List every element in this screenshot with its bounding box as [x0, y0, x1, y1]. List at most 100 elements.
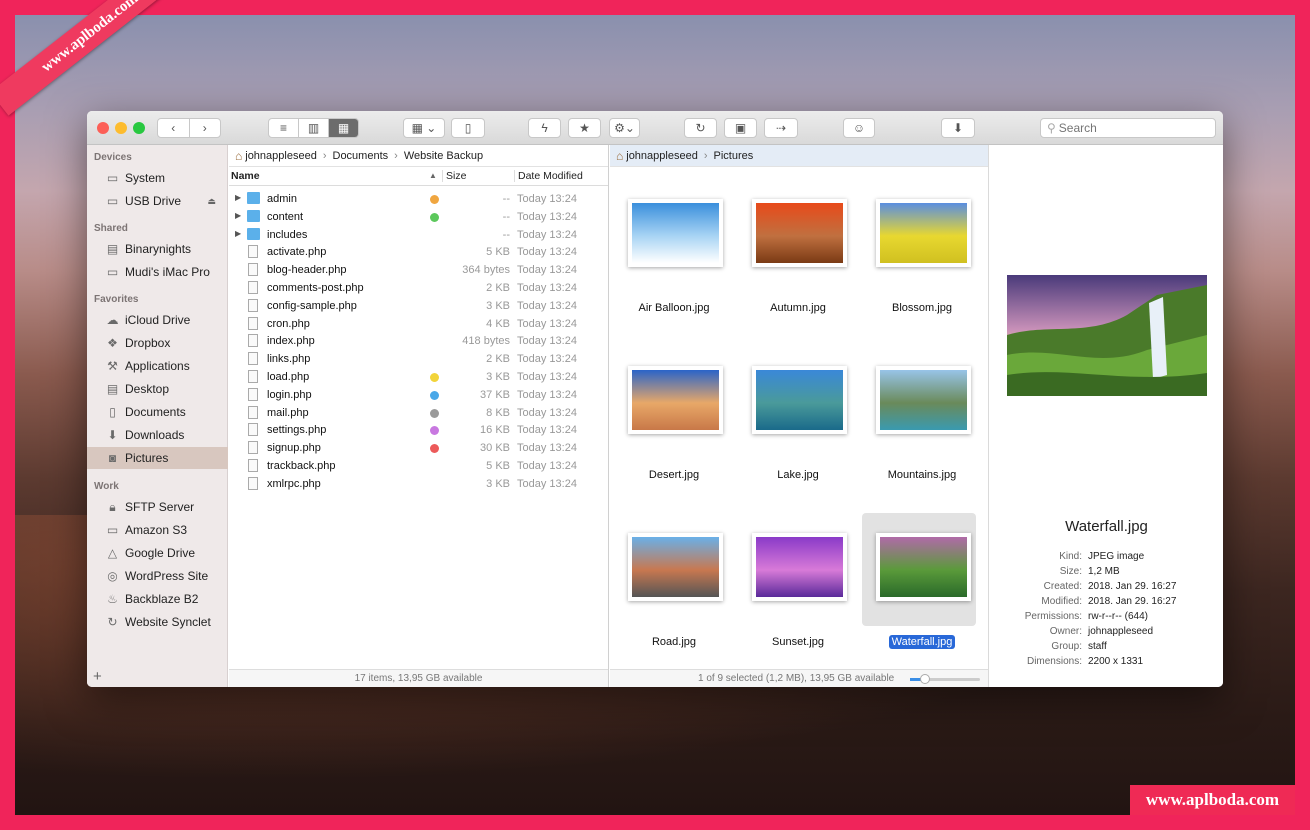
- sidebar-item-google-drive[interactable]: △ Google Drive: [87, 542, 228, 564]
- file-row[interactable]: config-sample.php 3 KB Today 13:24: [229, 297, 608, 315]
- thumbnail-label: Air Balloon.jpg: [638, 302, 710, 314]
- arrange-menu-button[interactable]: ▦ ⌄: [403, 118, 445, 138]
- quick-action-button[interactable]: ϟ: [528, 118, 561, 138]
- image-thumbnail[interactable]: Waterfall.jpg: [862, 513, 976, 653]
- download-icon: ⬇: [952, 121, 964, 135]
- sidebar-item-imac-pro[interactable]: ▭ Mudi's iMac Pro: [87, 261, 228, 283]
- add-location-button[interactable]: +: [93, 668, 102, 685]
- refresh-button[interactable]: ↻: [684, 118, 717, 138]
- metadata-key: Kind:: [1059, 551, 1082, 562]
- download-button[interactable]: ⬇: [941, 118, 975, 138]
- zoom-slider[interactable]: [910, 674, 980, 684]
- icon-view-icon[interactable]: ▦: [329, 119, 358, 137]
- sidebar-item-amazon-s3[interactable]: ▭ Amazon S3: [87, 519, 228, 541]
- metadata-key: Modified:: [1041, 596, 1082, 607]
- emoji-button[interactable]: ☺: [843, 118, 875, 138]
- file-row[interactable]: ▶ includes -- Today 13:24: [229, 226, 608, 244]
- file-name: signup.php: [267, 442, 321, 455]
- new-file-button[interactable]: ▯: [451, 118, 485, 138]
- file-name: xmlrpc.php: [267, 477, 321, 490]
- sidebar-item-dropbox[interactable]: ❖ Dropbox: [87, 332, 228, 354]
- minimize-window-button[interactable]: [115, 122, 127, 134]
- file-size: 16 KB: [480, 424, 510, 437]
- sidebar-item-binarynights[interactable]: ▤ Binarynights: [87, 238, 228, 260]
- image-thumbnail[interactable]: Air Balloon.jpg: [624, 179, 724, 319]
- file-name: trackback.php: [267, 460, 336, 472]
- hard-drive-icon: ▭: [106, 171, 119, 185]
- sidebar-item-documents[interactable]: ▯ Documents: [87, 401, 228, 423]
- eject-icon[interactable]: ⏏: [207, 196, 216, 207]
- sidebar-item-desktop[interactable]: ▤ Desktop: [87, 378, 228, 400]
- file-row[interactable]: xmlrpc.php 3 KB Today 13:24: [229, 475, 608, 493]
- home-icon: ⌂: [616, 148, 624, 163]
- compare-button[interactable]: ⇢: [764, 118, 798, 138]
- sidebar-item-pictures[interactable]: ◙ Pictures: [87, 447, 228, 469]
- column-view-icon[interactable]: ▥: [299, 119, 329, 137]
- disclosure-triangle-icon[interactable]: ▶: [235, 193, 241, 202]
- file-row[interactable]: blog-header.php 364 bytes Today 13:24: [229, 261, 608, 279]
- breadcrumb-item[interactable]: johnappleseed: [626, 150, 698, 162]
- action-menu-button[interactable]: ⚙⌄: [609, 118, 640, 138]
- sort-ascending-icon[interactable]: ▲: [429, 171, 437, 180]
- thumbnail-caption: Waterfall.jpg: [862, 635, 982, 649]
- column-name[interactable]: Name: [231, 170, 260, 182]
- file-row[interactable]: ▶ admin -- Today 13:24: [229, 190, 608, 208]
- sidebar-item-backblaze[interactable]: ♨ Backblaze B2: [87, 588, 228, 610]
- breadcrumb-item[interactable]: johnappleseed: [245, 150, 317, 162]
- network-server-icon: ▤: [106, 242, 119, 256]
- file-row[interactable]: comments-post.php 2 KB Today 13:24: [229, 279, 608, 297]
- zoom-slider-knob[interactable]: [920, 674, 930, 684]
- right-status-text: 1 of 9 selected (1,2 MB), 13,95 GB avail…: [698, 673, 895, 684]
- sidebar-item-downloads[interactable]: ⬇ Downloads: [87, 424, 228, 446]
- file-row[interactable]: settings.php 16 KB Today 13:24: [229, 421, 608, 439]
- back-button[interactable]: ‹: [158, 119, 190, 137]
- sidebar-item-sftp[interactable]: 🔒︎ SFTP Server: [87, 496, 228, 518]
- file-row[interactable]: signup.php 30 KB Today 13:24: [229, 439, 608, 457]
- sidebar-item-label: USB Drive: [125, 194, 182, 208]
- column-date[interactable]: Date Modified: [514, 170, 583, 182]
- file-row[interactable]: mail.php 8 KB Today 13:24: [229, 404, 608, 422]
- search-input[interactable]: [1058, 121, 1199, 135]
- metadata-value: rw-r--r-- (644): [1088, 611, 1148, 622]
- file-icon: [248, 370, 258, 383]
- favorite-button[interactable]: ★: [568, 118, 601, 138]
- image-thumbnail[interactable]: Desert.jpg: [624, 346, 724, 486]
- disclosure-triangle-icon[interactable]: ▶: [235, 229, 241, 238]
- google-drive-icon: △: [107, 546, 118, 560]
- zoom-window-button[interactable]: [133, 122, 145, 134]
- close-window-button[interactable]: [97, 122, 109, 134]
- breadcrumb-item[interactable]: Documents: [333, 150, 389, 162]
- breadcrumb-item[interactable]: Website Backup: [404, 150, 483, 162]
- sidebar-item-system[interactable]: ▭ System: [87, 167, 228, 189]
- list-view-icon[interactable]: ≡: [269, 119, 299, 137]
- image-thumbnail[interactable]: Sunset.jpg: [748, 513, 848, 653]
- file-row[interactable]: activate.php 5 KB Today 13:24: [229, 243, 608, 261]
- forward-button[interactable]: ›: [190, 119, 221, 137]
- sidebar-item-icloud[interactable]: ☁ iCloud Drive: [87, 309, 228, 331]
- sidebar-item-wordpress[interactable]: ◎ WordPress Site: [87, 565, 228, 587]
- sidebar-item-usb-drive[interactable]: ▭ USB Drive ⏏: [87, 190, 228, 212]
- file-row[interactable]: cron.php 4 KB Today 13:24: [229, 315, 608, 333]
- file-row[interactable]: load.php 3 KB Today 13:24: [229, 368, 608, 386]
- image-thumbnail[interactable]: Blossom.jpg: [872, 179, 972, 319]
- image-thumbnail[interactable]: Mountains.jpg: [872, 346, 972, 486]
- file-row[interactable]: trackback.php 5 KB Today 13:24: [229, 457, 608, 475]
- terminal-button[interactable]: ▣: [724, 118, 757, 138]
- image-thumbnail[interactable]: Road.jpg: [624, 513, 724, 653]
- file-row[interactable]: links.php 2 KB Today 13:24: [229, 350, 608, 368]
- file-row[interactable]: index.php 418 bytes Today 13:24: [229, 332, 608, 350]
- file-row[interactable]: login.php 37 KB Today 13:24: [229, 386, 608, 404]
- image-thumbnail[interactable]: Autumn.jpg: [748, 179, 848, 319]
- breadcrumb-item[interactable]: Pictures: [714, 150, 754, 162]
- wordpress-icon: ◎: [107, 569, 118, 583]
- disclosure-triangle-icon[interactable]: ▶: [235, 211, 241, 220]
- search-field[interactable]: ⚲: [1040, 118, 1216, 138]
- sidebar-item-applications[interactable]: ⚒ Applications: [87, 355, 228, 377]
- color-tag: [430, 195, 439, 204]
- image-thumbnail[interactable]: Lake.jpg: [748, 346, 848, 486]
- terminal-icon: ▣: [734, 121, 747, 135]
- file-row[interactable]: ▶ content -- Today 13:24: [229, 208, 608, 226]
- file-name: cron.php: [267, 317, 310, 330]
- sidebar-item-synclet[interactable]: ↻ Website Synclet: [87, 611, 228, 633]
- column-size[interactable]: Size: [442, 170, 466, 182]
